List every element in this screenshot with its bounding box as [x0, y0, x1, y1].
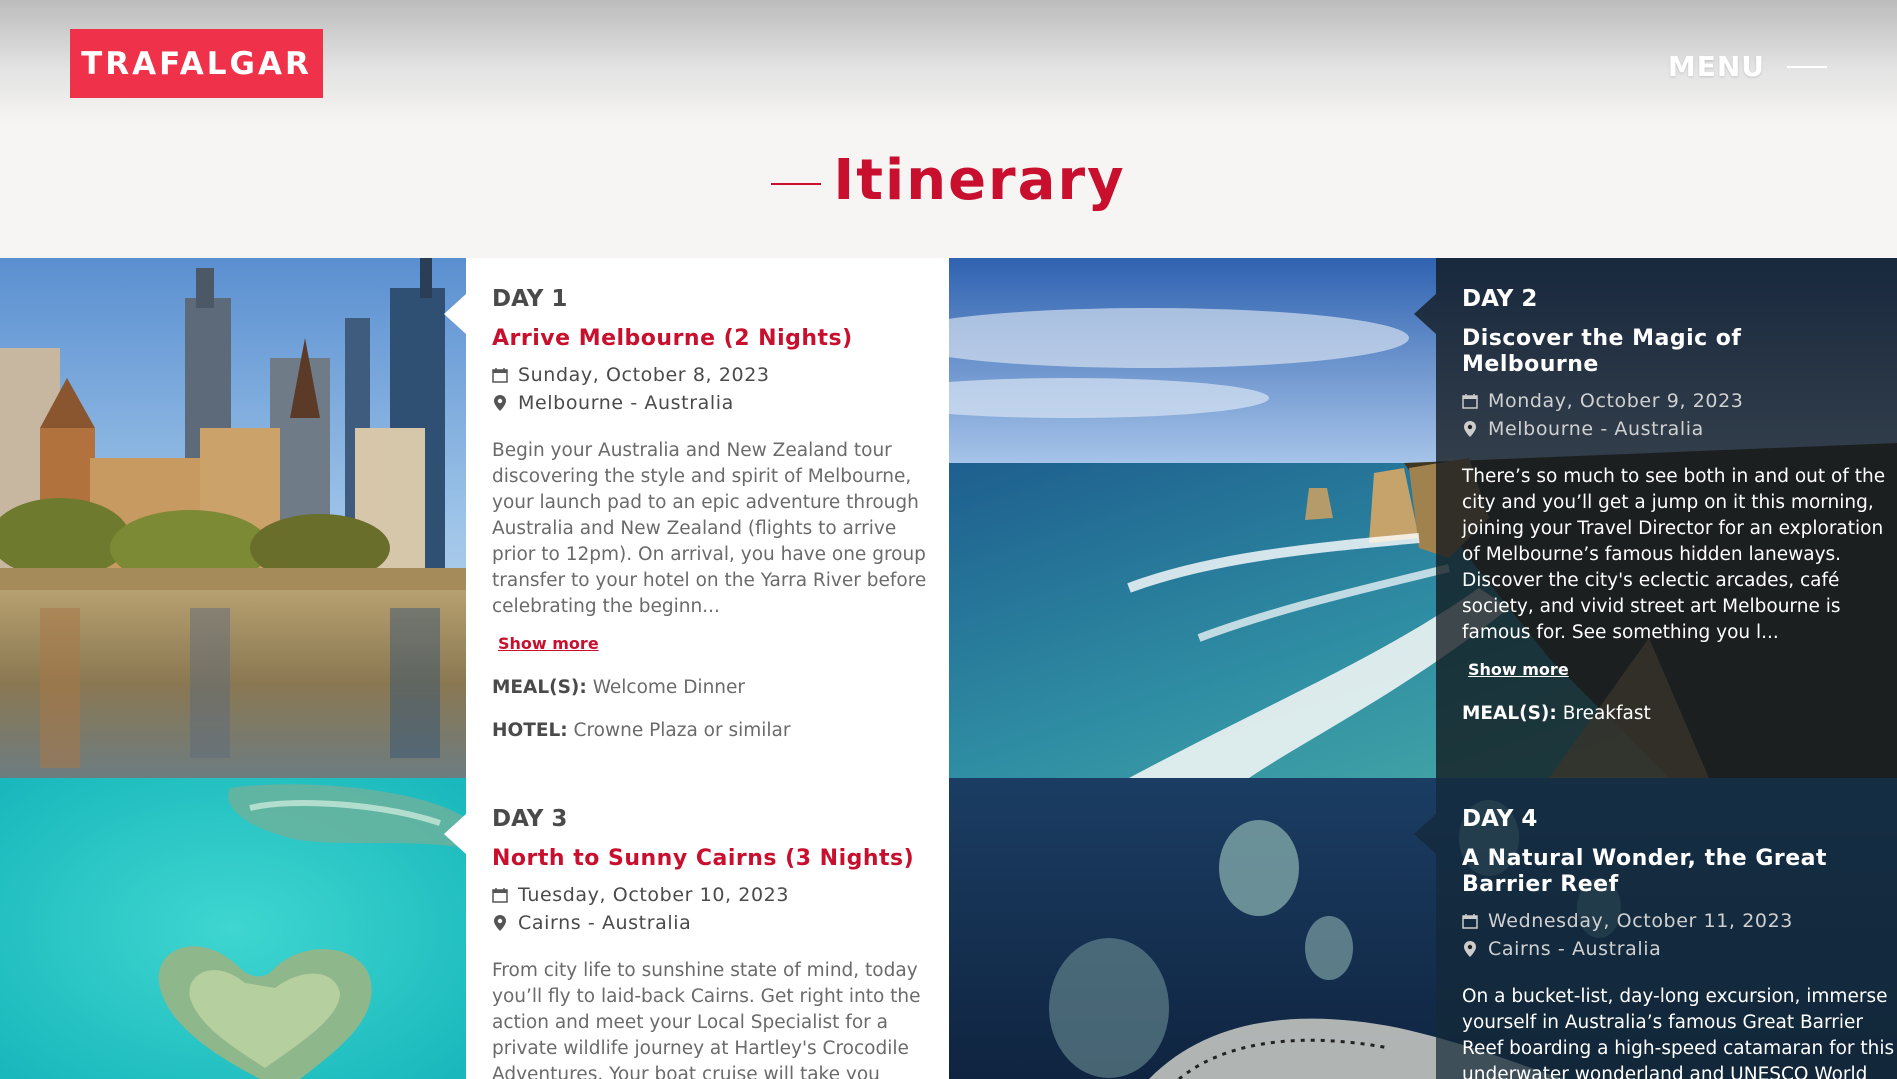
itinerary-day-card: DAY 1 Arrive Melbourne (2 Nights) Sunday… [0, 258, 949, 778]
day-location: Melbourne - Australia [1488, 418, 1704, 440]
day-label: DAY 4 [1462, 806, 1538, 832]
day-title: Arrive Melbourne (2 Nights) [492, 326, 853, 351]
day-label: DAY 3 [492, 806, 568, 832]
calendar-icon [1462, 913, 1478, 929]
day-description: On a bucket-list, day-long excursion, im… [1462, 986, 1895, 1079]
day-description: From city life to sunshine state of mind… [492, 960, 921, 1079]
day-location: Cairns - Australia [1488, 938, 1662, 960]
location-row: Cairns - Australia [1462, 938, 1871, 960]
day-date: Monday, October 9, 2023 [1488, 390, 1744, 412]
hamburger-line-icon [1787, 65, 1827, 68]
card-notch [1414, 294, 1436, 334]
menu-label: MENU [1667, 50, 1765, 83]
itinerary-day-card: DAY 3 North to Sunny Cairns (3 Nights) T… [0, 778, 949, 1079]
day-label: DAY 1 [492, 286, 568, 312]
site-header: TRAFALGAR MENU [0, 0, 1897, 125]
hotel-label: HOTEL: [492, 720, 568, 741]
melbourne-city-photo [0, 258, 466, 778]
date-row: Wednesday, October 11, 2023 [1462, 910, 1871, 932]
show-more-link[interactable]: Show more [1468, 660, 1569, 679]
day-description: Begin your Australia and New Zealand tou… [492, 440, 927, 617]
location-row: Melbourne - Australia [492, 392, 923, 414]
day-card-content: DAY 3 North to Sunny Cairns (3 Nights) T… [444, 778, 949, 1079]
section-heading: Itinerary [0, 148, 1897, 213]
calendar-icon [1462, 393, 1478, 409]
day-description: There’s so much to see both in and out o… [1462, 466, 1886, 643]
meals-value: Breakfast [1562, 703, 1651, 724]
day-date: Wednesday, October 11, 2023 [1488, 910, 1793, 932]
itinerary-grid: DAY 1 Arrive Melbourne (2 Nights) Sunday… [0, 258, 1897, 1079]
card-notch [444, 294, 466, 334]
day-title: Discover the Magic of Melbourne [1462, 326, 1742, 377]
location-row: Melbourne - Australia [1462, 418, 1871, 440]
date-row: Sunday, October 8, 2023 [492, 364, 923, 386]
day-location: Cairns - Australia [518, 912, 692, 934]
day-title: A Natural Wonder, the Great Barrier Reef [1462, 846, 1828, 897]
day-title: North to Sunny Cairns (3 Nights) [492, 846, 915, 871]
date-row: Monday, October 9, 2023 [1462, 390, 1871, 412]
meals-label: MEAL(S): [492, 677, 587, 698]
day-card-content: DAY 4 A Natural Wonder, the Great Barrie… [1414, 778, 1897, 1079]
day-label: DAY 2 [1462, 286, 1538, 312]
map-pin-icon [1462, 421, 1478, 437]
meals-value: Welcome Dinner [592, 677, 746, 698]
day-date: Tuesday, October 10, 2023 [518, 884, 790, 906]
location-row: Cairns - Australia [492, 912, 923, 934]
calendar-icon [492, 887, 508, 903]
menu-button[interactable]: MENU [1668, 50, 1827, 83]
calendar-icon [492, 367, 508, 383]
card-notch [444, 814, 466, 854]
day-location: Melbourne - Australia [518, 392, 734, 414]
hotel-info: HOTEL: Crowne Plaza or similar [492, 720, 923, 741]
show-more-link[interactable]: Show more [498, 634, 599, 653]
day-card-content: DAY 1 Arrive Melbourne (2 Nights) Sunday… [444, 258, 949, 778]
day-card-content: DAY 2 Discover the Magic of Melbourne Mo… [1414, 258, 1897, 778]
meals-info: MEAL(S): Breakfast [1462, 703, 1871, 724]
card-notch [1414, 814, 1436, 854]
itinerary-day-card: DAY 2 Discover the Magic of Melbourne Mo… [949, 258, 1897, 778]
map-pin-icon [492, 395, 508, 411]
heart-reef-photo [0, 778, 466, 1079]
meals-label: MEAL(S): [1462, 703, 1557, 724]
meals-info: MEAL(S): Welcome Dinner [492, 677, 923, 698]
title-dash-decoration [771, 182, 822, 185]
date-row: Tuesday, October 10, 2023 [492, 884, 923, 906]
hotel-value: Crowne Plaza or similar [573, 720, 791, 741]
itinerary-day-card: DAY 4 A Natural Wonder, the Great Barrie… [949, 778, 1897, 1079]
day-date: Sunday, October 8, 2023 [518, 364, 770, 386]
trafalgar-logo[interactable]: TRAFALGAR [70, 29, 323, 98]
map-pin-icon [1462, 941, 1478, 957]
itinerary-page: TRAFALGAR MENU Itinerary DAY 1 Arrive Me… [0, 0, 1897, 1079]
map-pin-icon [492, 915, 508, 931]
page-title: Itinerary [833, 148, 1126, 213]
